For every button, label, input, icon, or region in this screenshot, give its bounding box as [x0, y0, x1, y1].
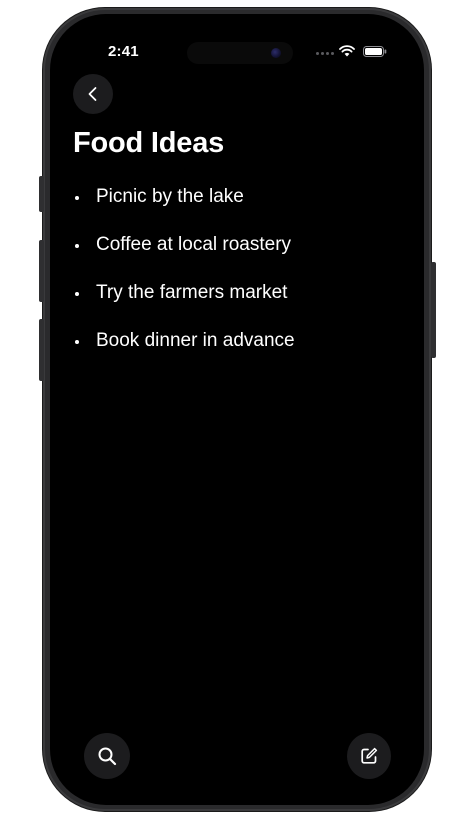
- search-button[interactable]: [84, 733, 130, 779]
- bullet-icon: [75, 340, 79, 344]
- screen: 2:41 Food Ideas Picnic by the lake Coffe…: [50, 14, 424, 805]
- status-time: 2:41: [108, 43, 139, 60]
- compose-button[interactable]: [347, 733, 391, 779]
- signal-dot: [321, 52, 324, 55]
- battery-icon: [363, 46, 387, 57]
- back-button[interactable]: [73, 74, 113, 114]
- bullet-icon: [75, 244, 79, 248]
- bullet-icon: [75, 292, 79, 296]
- compose-icon: [361, 747, 378, 764]
- list-item-text: Book dinner in advance: [96, 330, 295, 351]
- signal-dot: [331, 52, 334, 55]
- wifi-icon: [339, 45, 355, 57]
- list-item-text: Coffee at local roastery: [96, 234, 292, 255]
- front-camera: [271, 48, 281, 58]
- status-bar: 2:41: [50, 14, 424, 74]
- chevron-left-icon: [88, 87, 97, 101]
- volume-up-hardware: [39, 240, 44, 302]
- list-item-text: Picnic by the lake: [96, 186, 244, 207]
- search-icon: [98, 747, 117, 766]
- volume-down-hardware: [39, 319, 44, 381]
- cellular-signal-icon: [316, 52, 334, 56]
- power-button-hardware: [431, 262, 436, 358]
- note-title: Food Ideas: [73, 127, 225, 159]
- bullet-icon: [75, 196, 79, 200]
- signal-dot: [326, 52, 329, 55]
- action-button-hardware: [39, 176, 44, 212]
- list-item-text: Try the farmers market: [96, 282, 288, 303]
- signal-dot: [316, 52, 319, 55]
